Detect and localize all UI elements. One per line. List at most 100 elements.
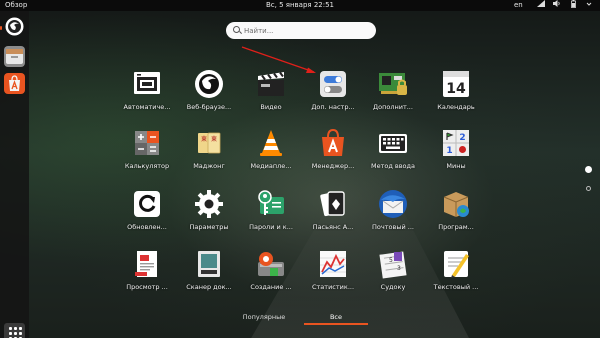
app-label: Метод ввода: [370, 162, 416, 170]
software-package-icon: [440, 188, 472, 220]
app-label: Видео: [260, 103, 282, 111]
files-icon: [6, 49, 23, 64]
firefox-icon: [5, 17, 24, 36]
tab-all[interactable]: Все: [304, 313, 368, 325]
software-updater-icon: [131, 188, 163, 220]
app-tile[interactable]: Менеджер...: [301, 127, 365, 189]
app-label: Веб-браузе...: [186, 103, 232, 111]
app-label: Просмотр ...: [126, 283, 168, 291]
svg-text:東: 東: [211, 135, 217, 143]
dock: [0, 11, 29, 338]
app-tile[interactable]: Медиапле...: [239, 127, 303, 189]
app-tile[interactable]: Веб-браузе...: [177, 68, 241, 130]
search-input[interactable]: [244, 24, 364, 37]
svg-text:1: 1: [446, 146, 452, 156]
search-box[interactable]: [226, 22, 376, 39]
app-tile[interactable]: Пасьянс A...: [301, 188, 365, 250]
settings-gear-icon: [193, 188, 225, 220]
app-tile[interactable]: 東東 Маджонг: [177, 127, 241, 189]
app-tile[interactable]: 5 3 Судоку: [361, 248, 425, 310]
app-label: Програм...: [438, 223, 474, 231]
app-tile[interactable]: Калькулятор: [115, 127, 179, 189]
app-label: Почтовый ...: [372, 223, 414, 231]
app-label: Пасьянс A...: [312, 223, 354, 231]
page-indicator-1[interactable]: [585, 166, 592, 173]
mines-icon: 21: [440, 127, 472, 159]
tweaks-toggle-icon: [317, 68, 349, 100]
text-editor-icon: [440, 248, 472, 280]
app-label: Медиапле...: [250, 162, 292, 170]
sudoku-icon: 53: [377, 248, 409, 280]
tab-popular[interactable]: Популярные: [234, 313, 294, 321]
app-tile[interactable]: 14 Календарь: [424, 68, 488, 130]
dock-item-web-browser[interactable]: [4, 16, 25, 37]
app-label: Доп. настр...: [311, 103, 355, 111]
app-label: Параметры: [189, 223, 229, 231]
keyboard-icon: [377, 127, 409, 159]
app-tile[interactable]: Доп. настр...: [301, 68, 365, 130]
app-tile[interactable]: Дополнит...: [361, 68, 425, 130]
vlc-cone-icon: [255, 127, 287, 159]
document-scanner-icon: [193, 248, 225, 280]
app-label: Дополнит...: [373, 103, 413, 111]
app-label: Мины: [446, 162, 466, 170]
app-tile[interactable]: Почтовый ...: [361, 188, 425, 250]
app-label: Сканер док...: [186, 283, 232, 291]
search-icon: [233, 26, 240, 33]
app-tile[interactable]: Метод ввода: [361, 127, 425, 189]
app-tile[interactable]: Текстовый ...: [424, 248, 488, 310]
ubuntu-software-icon: [9, 75, 20, 91]
app-tile[interactable]: Програм...: [424, 188, 488, 250]
volume-icon: [552, 0, 562, 12]
autostart-icon: [131, 68, 163, 100]
top-bar: Обзор Вс, 5 января 22:51 en: [0, 0, 600, 11]
app-view-switcher: Популярные Все: [0, 313, 600, 327]
app-tile[interactable]: Сканер док...: [177, 248, 241, 310]
document-viewer-icon: [131, 248, 163, 280]
svg-text:東: 東: [201, 135, 207, 143]
app-tile[interactable]: Создание ...: [239, 248, 303, 310]
app-label: Текстовый ...: [433, 283, 479, 291]
app-tile[interactable]: Пароли и к...: [239, 188, 303, 250]
apps-grid-icon: [9, 327, 12, 330]
app-tile[interactable]: 2 1 Мины: [424, 127, 488, 189]
startup-disk-creator-icon: [255, 248, 287, 280]
svg-text:2: 2: [459, 133, 465, 143]
network-icon: [536, 0, 546, 12]
app-label: Судоку: [380, 283, 406, 291]
video-clapper-icon: [255, 68, 287, 100]
power-menu-icon: [584, 0, 594, 12]
dock-item-software[interactable]: [4, 73, 25, 94]
mahjong-icon: 東東: [193, 127, 225, 159]
app-label: Статистик...: [311, 283, 355, 291]
calculator-icon: [131, 127, 163, 159]
calendar-icon: 14: [440, 68, 472, 100]
solitaire-cards-icon: [317, 188, 349, 220]
thunderbird-mail-icon: [377, 188, 409, 220]
svg-text:5: 5: [389, 257, 393, 264]
page-indicator-2[interactable]: [586, 186, 591, 191]
clock[interactable]: Вс, 5 января 22:51: [0, 0, 600, 11]
app-tile[interactable]: Видео: [239, 68, 303, 130]
app-tile[interactable]: Автоматиче...: [115, 68, 179, 130]
app-tile[interactable]: Обновлен...: [115, 188, 179, 250]
dock-item-files[interactable]: [4, 46, 25, 67]
app-label: Маджонг: [193, 162, 225, 170]
app-label: Автоматиче...: [123, 103, 171, 111]
app-tile[interactable]: Просмотр ...: [115, 248, 179, 310]
app-label: Калькулятор: [124, 162, 170, 170]
app-label: Обновлен...: [127, 223, 167, 231]
running-indicator: [0, 26, 2, 30]
software-manager-icon: [317, 127, 349, 159]
system-tray[interactable]: [536, 0, 594, 12]
passwords-keys-icon: [255, 188, 287, 220]
app-tile[interactable]: Параметры: [177, 188, 241, 250]
app-label: Создание ...: [250, 283, 292, 291]
battery-icon: [568, 0, 578, 12]
app-label: Менеджер...: [311, 162, 355, 170]
app-tile[interactable]: Статистик...: [301, 248, 365, 310]
system-monitor-icon: [317, 248, 349, 280]
keyboard-layout-indicator[interactable]: en: [514, 0, 523, 11]
additional-drivers-icon: [377, 68, 409, 100]
app-label: Календарь: [437, 103, 475, 111]
